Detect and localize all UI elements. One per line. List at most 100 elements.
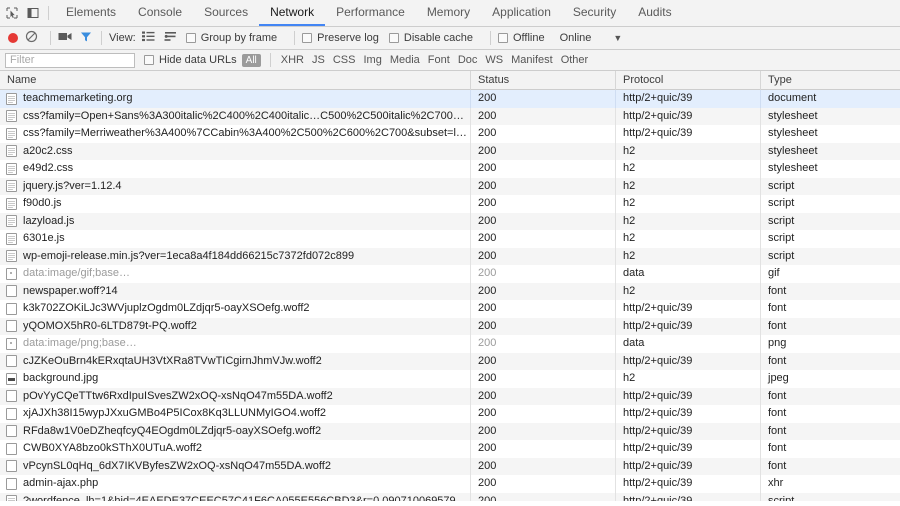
table-row[interactable]: lazyload.js200h2script: [0, 213, 900, 231]
font-file-icon: [6, 355, 17, 367]
cell-type: script: [760, 493, 900, 502]
cell-status: 200: [470, 108, 615, 126]
column-header-status[interactable]: Status: [470, 71, 615, 90]
cell-status: 200: [470, 475, 615, 493]
offline-checkbox[interactable]: Offline: [498, 32, 545, 44]
filter-type-xhr[interactable]: XHR: [281, 54, 304, 66]
column-header-name[interactable]: Name: [0, 71, 470, 90]
cell-protocol: http/2+quic/39: [615, 493, 760, 502]
filter-type-all[interactable]: All: [242, 54, 261, 67]
tab-label: Security: [573, 5, 616, 19]
doc-file-icon: [6, 250, 17, 262]
table-row[interactable]: data:image/png;base…200datapng: [0, 335, 900, 353]
cell-type: png: [760, 335, 900, 353]
filter-type-font[interactable]: Font: [428, 54, 450, 66]
doc-file-icon: [6, 145, 17, 157]
table-row[interactable]: CWB0XYA8bzo0kSThX0UTuA.woff2200http/2+qu…: [0, 440, 900, 458]
table-row[interactable]: newspaper.woff?14200h2font: [0, 283, 900, 301]
cell-status: 200: [470, 213, 615, 231]
tab-audits[interactable]: Audits: [627, 0, 682, 26]
cell-name: yQOMOX5hR0-6LTD879t-PQ.woff2: [0, 318, 470, 336]
inspect-element-icon[interactable]: [5, 6, 19, 20]
cell-protocol: h2: [615, 160, 760, 178]
cell-name: admin-ajax.php: [0, 475, 470, 493]
hide-data-urls-checkbox[interactable]: Hide data URLs: [144, 54, 237, 66]
filter-type-ws[interactable]: WS: [485, 54, 503, 66]
filter-input[interactable]: [5, 53, 135, 68]
cell-type: stylesheet: [760, 143, 900, 161]
table-row[interactable]: vPcynSL0qHq_6dX7IKVByfesZW2xOQ-xsNqO47m5…: [0, 458, 900, 476]
disable-cache-checkbox[interactable]: Disable cache: [389, 32, 473, 44]
cell-protocol: h2: [615, 195, 760, 213]
list-view-icon[interactable]: [142, 31, 155, 45]
filter-type-js[interactable]: JS: [312, 54, 325, 66]
column-header-type[interactable]: Type: [760, 71, 900, 90]
font-file-icon: [6, 285, 17, 297]
table-row[interactable]: pOvYyCQeTTtw6RxdIpuISvesZW2xOQ-xsNqO47m5…: [0, 388, 900, 406]
filter-type-img[interactable]: Img: [363, 54, 381, 66]
waterfall-view-icon[interactable]: [164, 31, 177, 45]
cell-name: CWB0XYA8bzo0kSThX0UTuA.woff2: [0, 440, 470, 458]
cell-protocol: data: [615, 265, 760, 283]
column-header-protocol[interactable]: Protocol: [615, 71, 760, 90]
cell-status: 200: [470, 90, 615, 108]
tab-network[interactable]: Network: [259, 0, 325, 26]
toolbar-divider-3: [294, 31, 295, 45]
table-row[interactable]: k3k702ZOKiLJc3WVjuplzOgdm0LZdjqr5-oayXSO…: [0, 300, 900, 318]
tab-performance[interactable]: Performance: [325, 0, 416, 26]
network-request-table: Name Status Protocol Type teachmemarketi…: [0, 71, 900, 501]
filter-type-doc[interactable]: Doc: [458, 54, 478, 66]
tab-application[interactable]: Application: [481, 0, 562, 26]
cell-name: cJZKeOuBrn4kERxqtaUH3VtXRa8TVwTICgirnJhm…: [0, 353, 470, 371]
table-row[interactable]: background.jpg200h2jpeg: [0, 370, 900, 388]
cell-type: font: [760, 405, 900, 423]
font-file-icon: [6, 390, 17, 402]
toolbar-divider-4: [490, 31, 491, 45]
table-row[interactable]: data:image/gif;base…200datagif: [0, 265, 900, 283]
camera-icon[interactable]: [58, 31, 72, 45]
tab-memory[interactable]: Memory: [416, 0, 481, 26]
filter-type-media[interactable]: Media: [390, 54, 420, 66]
table-row[interactable]: cJZKeOuBrn4kERxqtaUH3VtXRa8TVwTICgirnJhm…: [0, 353, 900, 371]
cell-status: 200: [470, 423, 615, 441]
cell-status: 200: [470, 300, 615, 318]
cell-status: 200: [470, 283, 615, 301]
tab-console[interactable]: Console: [127, 0, 193, 26]
table-row[interactable]: wp-emoji-release.min.js?ver=1eca8a4f184d…: [0, 248, 900, 266]
cell-protocol: http/2+quic/39: [615, 440, 760, 458]
filter-type-other[interactable]: Other: [561, 54, 589, 66]
doc-file-icon: [6, 233, 17, 245]
record-icon[interactable]: [8, 33, 18, 43]
table-row[interactable]: jquery.js?ver=1.12.4200h2script: [0, 178, 900, 196]
tab-security[interactable]: Security: [562, 0, 627, 26]
throttling-select[interactable]: Online: [560, 32, 592, 44]
table-row[interactable]: teachmemarketing.org200http/2+quic/39doc…: [0, 90, 900, 108]
dock-position-icon[interactable]: [26, 6, 40, 20]
table-row[interactable]: admin-ajax.php200http/2+quic/39xhr: [0, 475, 900, 493]
table-row[interactable]: xjAJXh38I15wypJXxuGMBo4P5ICox8Kq3LLUNMyI…: [0, 405, 900, 423]
table-row[interactable]: 6301e.js200h2script: [0, 230, 900, 248]
filter-type-manifest[interactable]: Manifest: [511, 54, 553, 66]
group-by-frame-checkbox[interactable]: Group by frame: [186, 32, 277, 44]
clear-icon[interactable]: [25, 30, 38, 46]
cell-protocol: h2: [615, 213, 760, 231]
table-row[interactable]: css?family=Open+Sans%3A300italic%2C400%2…: [0, 108, 900, 126]
cell-type: font: [760, 440, 900, 458]
table-row[interactable]: e49d2.css200h2stylesheet: [0, 160, 900, 178]
table-row[interactable]: RFda8w1V0eDZheqfcyQ4EOgdm0LZdjqr5-oayXSO…: [0, 423, 900, 441]
preserve-log-checkbox[interactable]: Preserve log: [302, 32, 379, 44]
filter-funnel-icon[interactable]: [80, 31, 92, 46]
cell-type: stylesheet: [760, 160, 900, 178]
table-row[interactable]: yQOMOX5hR0-6LTD879t-PQ.woff2200http/2+qu…: [0, 318, 900, 336]
filter-type-css[interactable]: CSS: [333, 54, 356, 66]
cell-type: script: [760, 230, 900, 248]
table-row[interactable]: a20c2.css200h2stylesheet: [0, 143, 900, 161]
table-row[interactable]: css?family=Merriweather%3A400%7CCabin%3A…: [0, 125, 900, 143]
tab-elements[interactable]: Elements: [55, 0, 127, 26]
cell-name: data:image/png;base…: [0, 335, 470, 353]
table-row[interactable]: ?wordfence_lh=1&hid=4EAEDE37CEEC57C41F6C…: [0, 493, 900, 502]
img-file-icon: [6, 373, 17, 385]
tab-sources[interactable]: Sources: [193, 0, 259, 26]
chevron-down-icon[interactable]: ▼: [613, 33, 622, 43]
table-row[interactable]: f90d0.js200h2script: [0, 195, 900, 213]
